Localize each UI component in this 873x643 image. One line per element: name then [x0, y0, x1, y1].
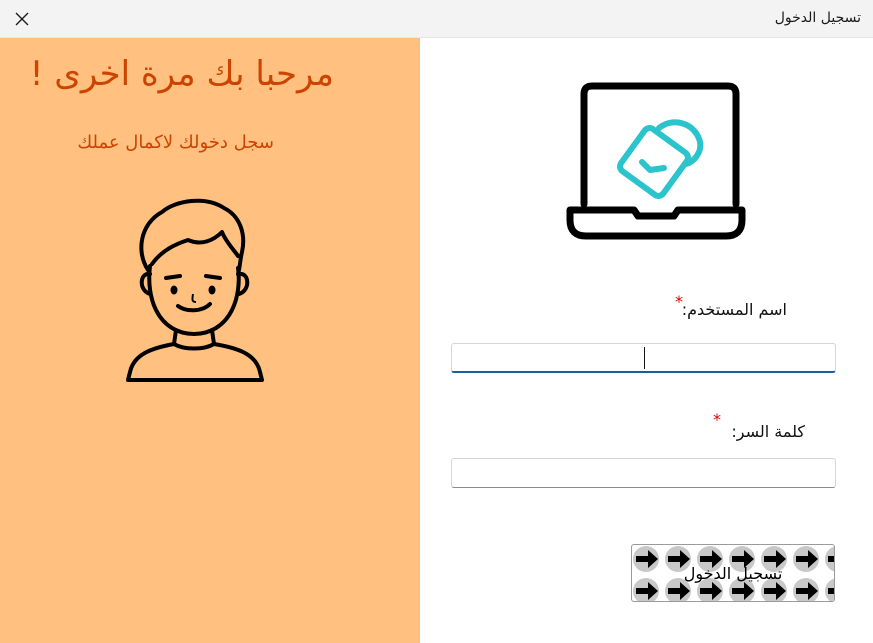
close-button[interactable]	[0, 0, 44, 38]
login-button[interactable]: تسجيل الدخول	[631, 544, 835, 602]
username-label: اسم المستخدم:	[681, 300, 787, 319]
login-button-label: تسجيل الدخول	[683, 563, 783, 583]
welcome-title: مرحبا بك مرة اخرى !	[29, 54, 334, 94]
title-bar: تسجيل الدخول	[0, 0, 873, 38]
welcome-subtitle: سجل دخولك لاكمال عملك	[77, 132, 274, 153]
close-icon	[15, 12, 29, 26]
window-title: تسجيل الدخول	[774, 10, 861, 26]
text-caret	[644, 347, 645, 369]
laptop-lock-icon	[566, 82, 746, 240]
password-label: كلمة السر:	[731, 422, 805, 441]
password-required-marker: *	[713, 410, 721, 429]
user-avatar-icon	[126, 198, 264, 382]
password-input[interactable]	[451, 458, 836, 488]
